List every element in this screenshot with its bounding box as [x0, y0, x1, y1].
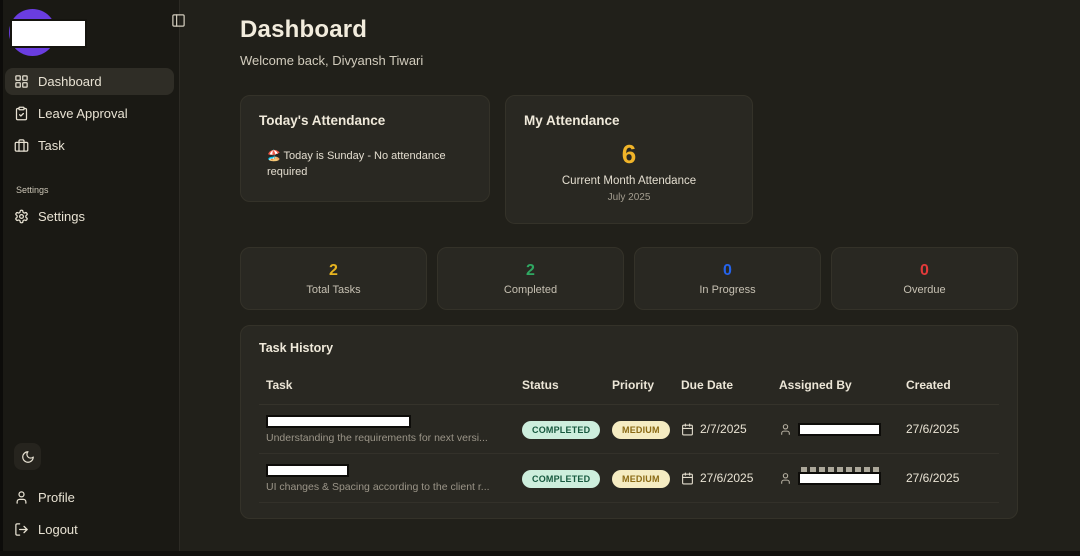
status-badge: COMPLETED [522, 420, 601, 439]
sidebar-item-dashboard[interactable]: Dashboard [5, 68, 174, 95]
assigned-by-cell [779, 422, 906, 437]
sidebar-item-label: Profile [38, 490, 75, 505]
sidebar-item-logout[interactable]: Logout [5, 516, 174, 543]
redaction-box-task-title [266, 463, 349, 477]
stat-value: 0 [723, 261, 732, 279]
task-cell: UI changes & Spacing according to the cl… [259, 463, 522, 493]
column-header-status: Status [522, 378, 559, 392]
sidebar-item-label: Settings [38, 209, 85, 224]
priority-cell: MEDIUM [612, 469, 681, 488]
redaction-box-logo [10, 19, 87, 48]
logout-icon [14, 522, 29, 537]
column-header-assigned-by: Assigned By [779, 378, 852, 392]
table-row[interactable]: Understanding the requirements for next … [259, 405, 999, 454]
assigned-by-cell [779, 466, 906, 486]
column-header-task: Task [266, 378, 293, 392]
attendance-count-label: Current Month Attendance [561, 175, 697, 187]
column-header-created: Created [906, 378, 951, 392]
sidebar-item-label: Leave Approval [38, 106, 128, 121]
attendance-cards-row: Today's Attendance 🏖️ Today is Sunday - … [240, 95, 1018, 224]
stat-label: Completed [503, 283, 558, 296]
assigned-by-name [798, 422, 884, 437]
due-date-value: 27/6/2025 [700, 471, 754, 485]
priority-badge: MEDIUM [612, 469, 670, 488]
stat-label: In Progress [699, 283, 756, 296]
briefcase-icon [14, 138, 29, 153]
calendar-icon [681, 472, 694, 485]
attendance-status-message: 🏖️ Today is Sunday - No attendance requi… [267, 150, 446, 178]
sidebar-nav: Dashboard Leave Approval Task Settings S… [0, 62, 179, 230]
user-icon [779, 472, 792, 485]
due-date-value: 2/7/2025 [700, 422, 747, 436]
user-icon [14, 490, 29, 505]
clipboard-check-icon [14, 106, 29, 121]
status-cell: COMPLETED [522, 469, 612, 488]
stat-value: 2 [526, 261, 535, 279]
stat-label: Total Tasks [306, 283, 361, 296]
card-title: Today's Attendance [259, 113, 386, 128]
sidebar-item-profile[interactable]: Profile [5, 484, 174, 511]
grid-icon [14, 74, 29, 89]
task-title [266, 414, 416, 429]
window-left-edge [0, 0, 3, 556]
stats-row: 2 Total Tasks 2 Completed 0 In Progress … [240, 247, 1018, 310]
attendance-count: 6 [621, 139, 637, 169]
table-row[interactable]: UI changes & Spacing according to the cl… [259, 454, 999, 503]
stat-label: Overdue [903, 283, 946, 296]
stat-overdue: 0 Overdue [831, 247, 1018, 310]
calendar-icon [681, 423, 694, 436]
task-history-title: Task History [259, 341, 334, 355]
gear-icon [14, 209, 29, 224]
todays-attendance-card: Today's Attendance 🏖️ Today is Sunday - … [240, 95, 490, 202]
attendance-period: July 2025 [607, 192, 651, 203]
status-badge: COMPLETED [522, 469, 601, 488]
sidebar-footer: Profile Logout [0, 443, 179, 548]
welcome-message: Welcome back, Divyansh Tiwari [240, 53, 424, 68]
page-title: Dashboard [240, 16, 368, 43]
sidebar-item-settings[interactable]: Settings [5, 203, 174, 230]
sidebar-item-label: Logout [38, 522, 78, 537]
created-date-value: 27/6/2025 [906, 422, 960, 436]
sidebar: Dashboard Leave Approval Task Settings S… [0, 0, 180, 556]
my-attendance-card: My Attendance 6 Current Month Attendance… [505, 95, 753, 224]
stat-total-tasks: 2 Total Tasks [240, 247, 427, 310]
redaction-box-task-title [266, 414, 411, 428]
card-title: My Attendance [524, 113, 620, 128]
column-header-due-date: Due Date [681, 378, 734, 392]
task-description: Understanding the requirements for next … [266, 431, 488, 444]
user-icon [779, 423, 792, 436]
task-cell: Understanding the requirements for next … [259, 414, 522, 444]
moon-icon [21, 450, 35, 464]
sidebar-collapse-icon[interactable] [171, 13, 186, 28]
task-title [266, 463, 416, 478]
logo-area [0, 0, 179, 62]
table-header-row: Task Status Priority Due Date Assigned B… [259, 369, 999, 405]
task-history-card: Task History Task Status Priority Due Da… [240, 325, 1018, 519]
app-window: Dashboard Leave Approval Task Settings S… [0, 0, 1080, 556]
stat-completed: 2 Completed [437, 247, 624, 310]
task-description: UI changes & Spacing according to the cl… [266, 480, 490, 493]
window-bottom-edge [0, 551, 1080, 556]
column-header-priority: Priority [612, 378, 655, 392]
status-cell: COMPLETED [522, 420, 612, 439]
sidebar-item-task[interactable]: Task [5, 132, 174, 159]
main-content: Dashboard Welcome back, Divyansh Tiwari … [181, 0, 1080, 556]
priority-cell: MEDIUM [612, 420, 681, 439]
theme-toggle-button[interactable] [14, 443, 41, 470]
priority-badge: MEDIUM [612, 420, 670, 439]
due-date-cell: 27/6/2025 [681, 471, 779, 485]
stat-value: 2 [329, 261, 338, 279]
sidebar-item-label: Task [38, 138, 65, 153]
redaction-box-assignee [798, 471, 881, 485]
stat-value: 0 [920, 261, 929, 279]
due-date-cell: 2/7/2025 [681, 422, 779, 436]
assigned-by-name [798, 466, 884, 486]
created-date-value: 27/6/2025 [906, 471, 960, 485]
stat-in-progress: 0 In Progress [634, 247, 821, 310]
sidebar-section-label: Settings [16, 185, 49, 195]
sidebar-item-label: Dashboard [38, 74, 102, 89]
redaction-box-assignee [798, 422, 881, 436]
sidebar-item-leave-approval[interactable]: Leave Approval [5, 100, 174, 127]
